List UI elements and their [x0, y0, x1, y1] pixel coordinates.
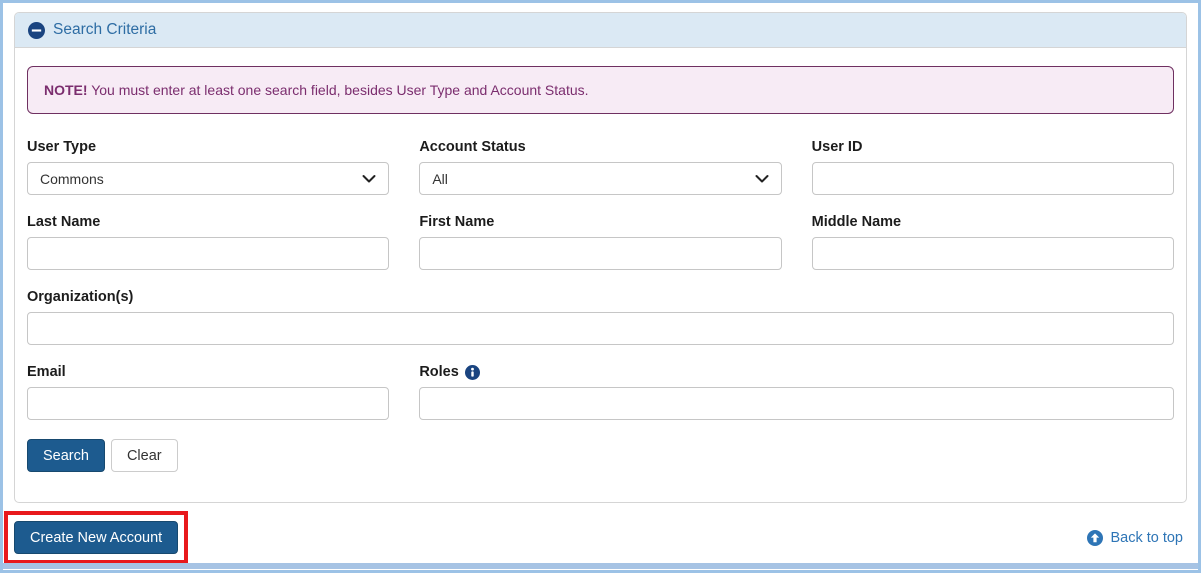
panel-header[interactable]: Search Criteria	[15, 13, 1186, 48]
search-form: User Type Commons Account Status All Use…	[27, 139, 1174, 420]
action-buttons: Search Clear	[27, 439, 1174, 472]
last-name-label: Last Name	[27, 214, 101, 230]
roles-label: Roles	[419, 364, 459, 380]
create-new-account-button[interactable]: Create New Account	[14, 521, 179, 554]
footer: Create New Account Back to top	[3, 511, 1198, 564]
back-to-top-label: Back to top	[1110, 529, 1183, 546]
account-status-label: Account Status	[419, 139, 526, 155]
user-id-input[interactable]	[811, 162, 1174, 195]
organizations-field: Organization(s)	[27, 289, 1174, 345]
note-prefix: NOTE!	[44, 82, 88, 98]
info-circle-icon[interactable]	[464, 364, 480, 380]
search-button[interactable]: Search	[27, 439, 105, 472]
account-status-field: Account Status All	[419, 139, 782, 195]
user-id-field: User ID	[811, 139, 1174, 195]
organizations-label: Organization(s)	[27, 289, 134, 305]
search-criteria-panel: Search Criteria NOTE! You must enter at …	[14, 12, 1187, 503]
user-type-field: User Type Commons	[27, 139, 390, 195]
first-name-field: First Name	[419, 214, 782, 270]
chevron-down-icon	[755, 174, 769, 182]
user-type-value: Commons	[40, 170, 104, 187]
last-name-input[interactable]	[27, 237, 390, 270]
clear-button[interactable]: Clear	[110, 439, 178, 472]
note-banner: NOTE! You must enter at least one search…	[27, 66, 1174, 114]
account-status-select[interactable]: All	[419, 162, 782, 195]
panel-body: NOTE! You must enter at least one search…	[15, 48, 1186, 502]
note-text: You must enter at least one search field…	[91, 82, 589, 98]
account-status-value: All	[432, 170, 448, 187]
user-type-select[interactable]: Commons	[27, 162, 390, 195]
middle-name-field: Middle Name	[811, 214, 1174, 270]
bottom-divider	[3, 563, 1198, 569]
panel-title: Search Criteria	[53, 21, 157, 38]
user-type-label: User Type	[27, 139, 97, 155]
page: Search Criteria NOTE! You must enter at …	[0, 0, 1201, 573]
arrow-circle-up-icon	[1087, 529, 1104, 546]
create-account-highlight: Create New Account	[4, 511, 189, 564]
last-name-field: Last Name	[27, 214, 390, 270]
minus-circle-icon[interactable]	[28, 21, 45, 39]
first-name-input[interactable]	[419, 237, 782, 270]
back-to-top-link[interactable]: Back to top	[1087, 529, 1183, 546]
email-label: Email	[27, 364, 66, 380]
email-field: Email	[27, 364, 390, 420]
first-name-label: First Name	[419, 214, 495, 230]
organizations-input[interactable]	[27, 312, 1174, 345]
roles-field: Roles	[419, 364, 1174, 420]
middle-name-label: Middle Name	[811, 214, 902, 230]
roles-input[interactable]	[419, 387, 1174, 420]
middle-name-input[interactable]	[811, 237, 1174, 270]
email-input[interactable]	[27, 387, 390, 420]
chevron-down-icon	[362, 174, 376, 182]
user-id-label: User ID	[811, 139, 863, 155]
